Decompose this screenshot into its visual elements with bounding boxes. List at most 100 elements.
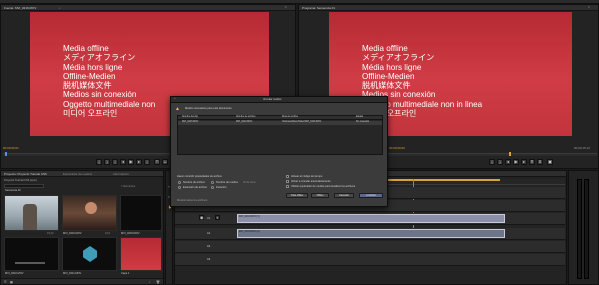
offline-line: 미디어 오프라인 (63, 109, 118, 119)
column-header[interactable]: Nombre del clip (182, 116, 198, 118)
list-view-icon[interactable]: ☰ (4, 280, 7, 284)
program-timecode-duration: 00;00;15;13 (574, 146, 590, 150)
lock-icon[interactable]: ▪ (215, 215, 220, 220)
mark-in-icon[interactable]: { (489, 159, 495, 165)
program-playhead-icon[interactable] (509, 152, 511, 156)
panel-menu-icon[interactable]: ≡ (285, 5, 287, 9)
source-playhead-icon[interactable] (5, 152, 7, 156)
track-a3[interactable] (175, 254, 565, 266)
step-forward-icon[interactable]: ▸ (136, 159, 142, 165)
project-tabbar: Proyecto: Proyecto Tutorial CS6 Explorad… (1, 171, 163, 177)
project-item-count: 7 elementos (121, 185, 136, 188)
opt-file-name-radio[interactable] (178, 181, 181, 184)
table-row[interactable]: MVI_0216.MOV MVI_0216.MOV /Volumes/Disco… (178, 121, 382, 125)
tab-source-monitor[interactable]: Fuente: MVI_0216.MOV (4, 6, 36, 10)
opt-media-name-radio[interactable] (211, 181, 214, 184)
tab-project[interactable]: Proyecto: Proyecto Tutorial CS6 (4, 172, 47, 176)
step-forward-icon[interactable]: ▸ (521, 159, 527, 165)
overwrite-icon[interactable]: ⊔ (162, 159, 168, 165)
extract-icon[interactable]: ⊻ (537, 159, 543, 165)
dialog-title: Vincular medios (263, 98, 282, 101)
relink-auto-label: Volver a vincular automáticamente (291, 180, 331, 183)
program-timecode[interactable]: 00;00;00;00 (389, 146, 405, 150)
offline-line: Media offline (362, 44, 408, 53)
audio-meter-right (584, 179, 589, 279)
locate-button[interactable]: Localizar (359, 193, 383, 198)
thumb-overlay (15, 262, 45, 264)
media-browser-label: Utilizar explorador de medios para local… (291, 185, 356, 188)
cell-status: Sin conexión (356, 121, 370, 123)
media-table: Nombre del clip Nombre de archivo Ruta d… (177, 115, 383, 155)
thumb-clip-3[interactable] (120, 195, 162, 231)
cell-file-path: /Volumes/Disco/Video/MVI_0216.MOV (282, 121, 322, 123)
align-timecode-checkbox[interactable] (286, 175, 289, 178)
step-back-icon[interactable]: ◂ (505, 159, 511, 165)
dialog-titlebar: Vincular medios ● (171, 97, 387, 103)
offline-line: Media offline (63, 44, 109, 53)
mark-in-icon[interactable]: { (96, 159, 102, 165)
offline-line: 脱机媒体文件 (362, 81, 411, 91)
thumb-clip-6[interactable] (120, 237, 162, 271)
opt-file-ext-label: Extensión de archivo (183, 186, 208, 189)
clip-audio-a1[interactable]: MVI_0216.MOV [A] (237, 229, 505, 238)
play-icon[interactable]: ▶ (128, 159, 134, 165)
opt-duration-label: Duración (216, 186, 227, 189)
tab-effect-controls[interactable]: ▪ (59, 6, 60, 10)
cancel-button[interactable]: Cancelar (334, 193, 354, 198)
lift-icon[interactable]: ⊼ (529, 159, 535, 165)
thumb-clip-2[interactable] (62, 195, 117, 231)
track-a2[interactable] (175, 241, 565, 253)
play-icon[interactable]: ▶ (513, 159, 519, 165)
go-to-out-icon[interactable]: | (144, 159, 150, 165)
column-header[interactable]: Nombre de archivo (236, 116, 255, 118)
cell-clip-name: MVI_0216.MOV (182, 121, 199, 123)
audio-meter-left (577, 179, 582, 279)
thumb-graphic (83, 246, 97, 262)
program-monitor-tabbar: Programa: Secuencia 01 ≡ (299, 5, 598, 11)
project-search-input[interactable] (4, 184, 44, 188)
mark-out-icon[interactable]: } (497, 159, 503, 165)
clip-video-v1[interactable]: MVI_0216.MOV [V] (237, 214, 505, 223)
thumb-label: MVI_0216.MOV (63, 232, 82, 235)
panel-menu-icon[interactable]: ≡ (588, 5, 590, 9)
offline-line: メディアオフライン (362, 53, 435, 63)
relink-auto-checkbox[interactable] (286, 180, 289, 183)
offline-all-button[interactable]: Todo offline (286, 193, 308, 198)
project-panel: Proyecto: Proyecto Tutorial CS6 Explorad… (0, 170, 164, 285)
thumb-figure (85, 202, 97, 214)
track-label: A3 (207, 258, 211, 261)
trash-icon[interactable]: 🗑 (156, 280, 160, 284)
column-header[interactable]: Ruta de archivo (282, 116, 298, 118)
insert-icon[interactable]: ⊓ (154, 159, 160, 165)
media-browser-checkbox[interactable] (286, 185, 289, 188)
go-to-in-icon[interactable]: | (112, 159, 118, 165)
dialog-message: Medios necesarios para este documento (185, 107, 232, 110)
column-header[interactable]: Estado (356, 116, 363, 118)
close-icon[interactable]: ● (174, 97, 176, 100)
offline-line: メディアオフライン (63, 53, 136, 63)
show-all-files-label: Mostrar todos los archivos (177, 199, 208, 202)
offline-button[interactable]: Offline (311, 193, 329, 198)
thumb-sequence[interactable] (4, 195, 59, 231)
opt-duration-radio[interactable] (211, 186, 214, 189)
thumb-label: MVI_0210.MOV (5, 272, 24, 275)
tab-program-monitor[interactable]: Programa: Secuencia 01 (302, 6, 335, 10)
step-back-icon[interactable]: ◂ (120, 159, 126, 165)
mark-out-icon[interactable]: } (104, 159, 110, 165)
opt-tape-id-label: ID de cinta (243, 181, 256, 184)
eye-icon[interactable]: ◉ (199, 215, 204, 220)
icon-view-icon[interactable]: ▦ (10, 280, 13, 284)
tab-media-browser[interactable]: Explorador de medios (63, 172, 92, 176)
opt-file-ext-radio[interactable] (178, 186, 181, 189)
thumb-clip-5[interactable] (62, 237, 117, 271)
source-timecode-in[interactable]: 00;00;00;01 (3, 146, 19, 150)
media-table-header: Nombre del clip Nombre de archivo Ruta d… (178, 116, 382, 120)
link-media-dialog: Vincular medios ● ▲ Medios necesarios pa… (170, 96, 388, 207)
offline-line: Média hors ligne (63, 62, 123, 72)
new-item-icon[interactable]: ▫ (149, 280, 150, 284)
export-frame-icon[interactable]: ▣ (547, 159, 553, 165)
thumb-clip-4[interactable] (4, 237, 59, 271)
audio-meters-panel (568, 170, 599, 285)
tab-info[interactable]: Información (113, 172, 129, 176)
opt-media-name-label: Nombre de medios (216, 181, 238, 184)
